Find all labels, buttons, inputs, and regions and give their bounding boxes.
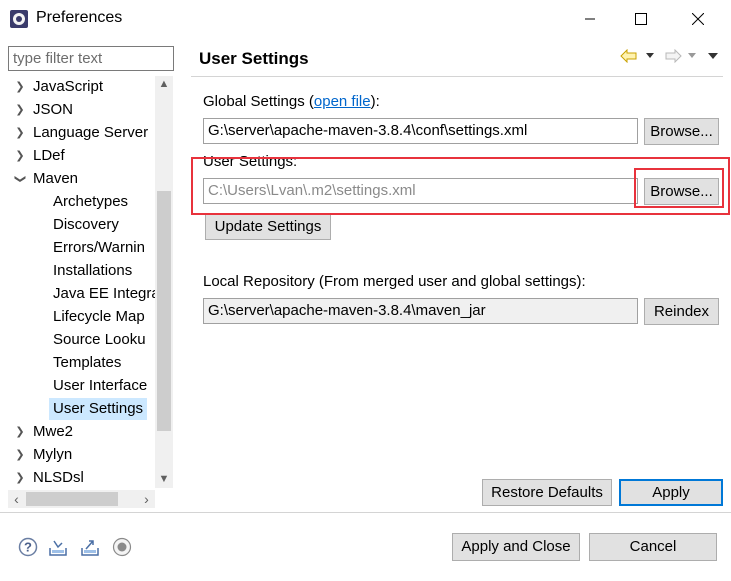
cancel-button[interactable]: Cancel [589, 533, 717, 561]
tree-item-templates[interactable]: Templates [53, 352, 121, 374]
open-file-link[interactable]: open file [314, 93, 371, 110]
tree-horizontal-scrollbar[interactable]: ‹ › [8, 490, 155, 508]
scrollbar-thumb[interactable] [26, 492, 118, 506]
close-icon [692, 13, 704, 25]
export-icon[interactable] [80, 537, 100, 557]
tree-item-errors-warnings[interactable]: Errors/Warnin [53, 237, 145, 259]
tree-item-user-settings[interactable]: User Settings [49, 398, 148, 420]
highlight-annotation-browse [634, 168, 724, 208]
chevron-right-icon[interactable]: ❯ [14, 421, 26, 443]
scroll-right-icon[interactable]: › [138, 490, 155, 508]
title-bar: Preferences [0, 0, 731, 38]
header-separator [191, 76, 723, 77]
maximize-icon [635, 13, 647, 25]
chevron-right-icon[interactable]: ❯ [14, 122, 26, 144]
chevron-right-icon[interactable]: ❯ [14, 76, 26, 98]
chevron-down-icon[interactable]: ❯ [9, 173, 31, 185]
import-icon[interactable] [48, 537, 68, 557]
eclipse-app-icon [10, 10, 28, 28]
back-dropdown-icon[interactable] [646, 53, 654, 59]
preferences-tree: ❯ JavaScript ❯ JSON ❯ Language Server ❯ … [8, 76, 174, 488]
record-icon[interactable] [112, 537, 132, 557]
footer-separator [0, 512, 731, 513]
scrollbar-thumb[interactable] [157, 191, 171, 431]
view-menu-icon[interactable] [708, 53, 718, 59]
minimize-button[interactable] [567, 0, 613, 38]
tree-item-java-ee-integration[interactable]: Java EE Integra [53, 283, 160, 305]
forward-dropdown-icon[interactable] [688, 53, 696, 59]
window-title: Preferences [36, 9, 123, 26]
tree-item-discovery[interactable]: Discovery [53, 214, 119, 236]
chevron-right-icon[interactable]: ❯ [14, 145, 26, 167]
minimize-icon [585, 18, 595, 20]
tree-vertical-scrollbar[interactable]: ▲ ▼ [155, 76, 173, 488]
tree-item-user-interface[interactable]: User Interface [53, 375, 147, 397]
page-title: User Settings [199, 49, 309, 68]
global-settings-label: Global Settings (open file): [203, 93, 380, 110]
navigation-toolbar [620, 48, 722, 66]
tree-item-source-lookup[interactable]: Source Looku [53, 329, 146, 351]
chevron-right-icon[interactable]: ❯ [14, 444, 26, 466]
scroll-up-icon[interactable]: ▲ [155, 76, 173, 93]
tree-item-archetypes[interactable]: Archetypes [53, 191, 128, 213]
help-icon[interactable]: ? [18, 537, 38, 557]
global-settings-field[interactable]: G:\server\apache-maven-3.8.4\conf\settin… [203, 118, 638, 144]
tree-item-lifecycle-mappings[interactable]: Lifecycle Map [53, 306, 145, 328]
forward-arrow-icon[interactable] [664, 49, 682, 63]
reindex-button[interactable]: Reindex [644, 298, 719, 325]
close-button[interactable] [675, 0, 721, 38]
chevron-right-icon[interactable]: ❯ [14, 467, 26, 488]
local-repository-label: Local Repository (From merged user and g… [203, 273, 586, 290]
update-settings-button[interactable]: Update Settings [205, 213, 331, 240]
back-arrow-icon[interactable] [620, 49, 638, 63]
maximize-button[interactable] [618, 0, 664, 38]
scroll-down-icon[interactable]: ▼ [155, 471, 173, 488]
apply-and-close-button[interactable]: Apply and Close [452, 533, 580, 561]
restore-defaults-button[interactable]: Restore Defaults [482, 479, 612, 506]
local-repository-field: G:\server\apache-maven-3.8.4\maven_jar [203, 298, 638, 324]
scroll-left-icon[interactable]: ‹ [8, 490, 25, 508]
svg-text:?: ? [24, 540, 32, 555]
tree-item-installations[interactable]: Installations [53, 260, 132, 282]
filter-input[interactable] [8, 46, 174, 71]
global-browse-button[interactable]: Browse... [644, 118, 719, 145]
chevron-right-icon[interactable]: ❯ [14, 99, 26, 121]
apply-button[interactable]: Apply [619, 479, 723, 506]
